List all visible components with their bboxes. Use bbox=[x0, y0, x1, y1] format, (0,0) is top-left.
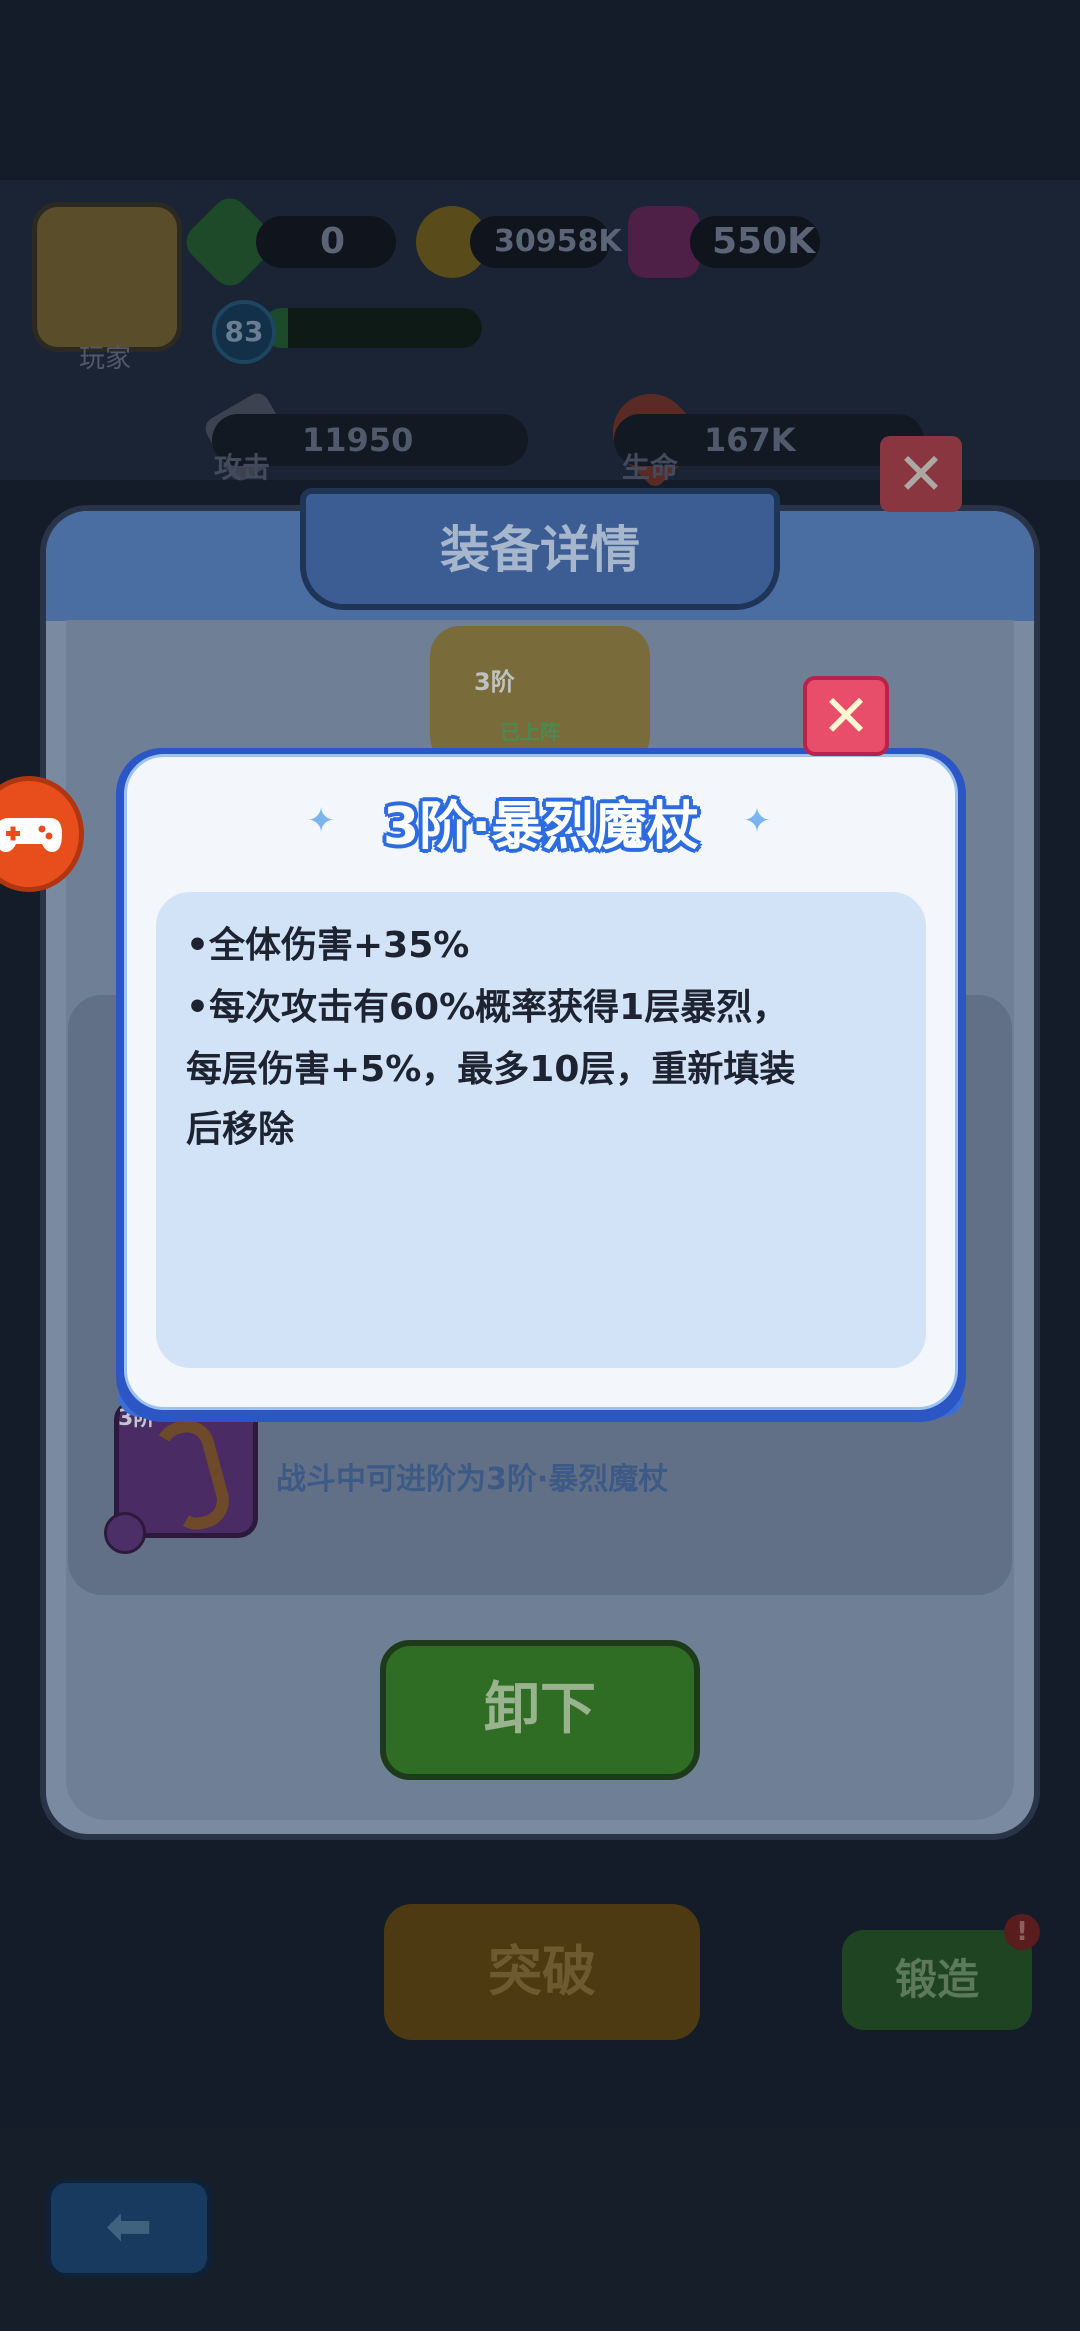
item-badge bbox=[430, 626, 650, 766]
dialog-title: 3阶·暴烈魔杖 bbox=[383, 797, 699, 857]
unload-button[interactable]: 卸下 bbox=[380, 1640, 700, 1780]
wrench-icon bbox=[104, 1512, 146, 1554]
energy-pill: 0 bbox=[256, 216, 396, 268]
panel-title: 装备详情 bbox=[440, 521, 640, 579]
gold-pill: 30958K bbox=[470, 216, 622, 268]
gamepad-icon bbox=[0, 818, 62, 852]
forge-alert-badge: ! bbox=[1004, 1914, 1040, 1950]
item-tier-label: 3阶 bbox=[474, 668, 515, 696]
gem-value: 550K bbox=[712, 221, 816, 262]
gold-value: 30958K bbox=[494, 224, 622, 259]
hp-value: 167K bbox=[704, 421, 796, 459]
description-line-2: •每次攻击有60%概率获得1层暴烈， bbox=[186, 987, 789, 1028]
close-icon: ✕ bbox=[896, 440, 946, 508]
back-button[interactable]: ⬅ bbox=[46, 2178, 212, 2278]
equipped-tag: 已上阵 bbox=[500, 720, 560, 744]
attack-label: 攻击 bbox=[214, 451, 271, 484]
advance-hint: 战斗中可进阶为3阶·暴烈魔杖 bbox=[276, 1462, 669, 1497]
breakthrough-button[interactable]: 突破 bbox=[384, 1904, 700, 2040]
energy-value: 0 bbox=[320, 221, 346, 262]
description-line-3: 每层伤害+5%，最多10层，重新填装 bbox=[186, 1049, 796, 1090]
dialog-close-button[interactable]: ✕ bbox=[803, 676, 889, 756]
sparkle-right-icon: ✦ bbox=[742, 801, 772, 841]
description-line-4: 后移除 bbox=[186, 1109, 295, 1150]
level-badge: 83 bbox=[212, 300, 276, 364]
hp-label: 生命 bbox=[622, 451, 679, 484]
panel-close-button[interactable]: ✕ bbox=[880, 436, 962, 512]
close-icon: ✕ bbox=[821, 682, 871, 750]
gem-pill: 550K bbox=[690, 216, 820, 268]
back-arrow-icon: ⬅ bbox=[105, 2194, 153, 2259]
player-avatar[interactable] bbox=[32, 202, 182, 352]
attack-value: 11950 bbox=[302, 421, 414, 459]
player-name: 玩家 bbox=[78, 344, 131, 374]
description-line-1: •全体伤害+35% bbox=[186, 925, 470, 966]
level-progress-bar bbox=[262, 308, 482, 348]
forge-button[interactable]: 锻造 bbox=[842, 1930, 1032, 2030]
